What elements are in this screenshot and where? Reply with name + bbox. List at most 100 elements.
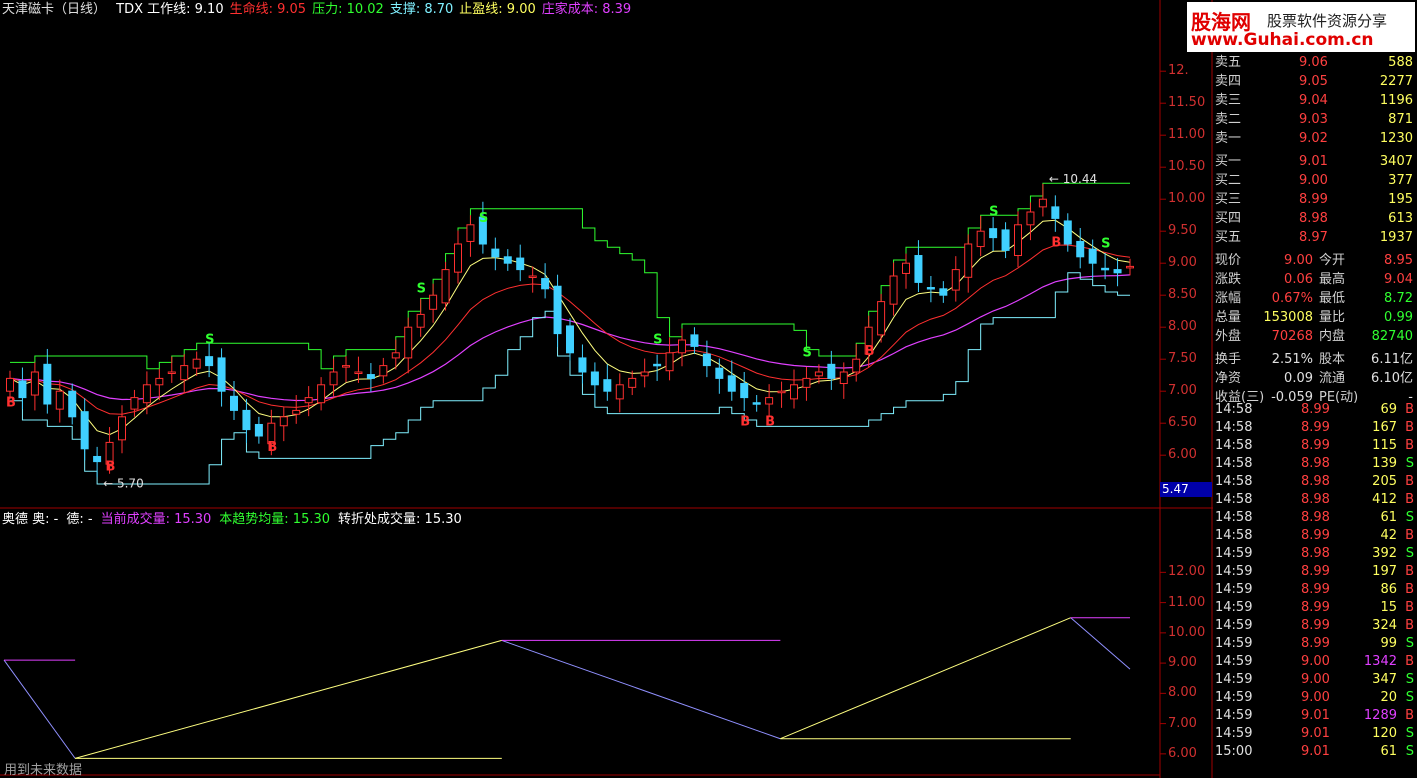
stat-value: 9.04 xyxy=(1384,272,1413,287)
main-indicator-value: 压力: 10.02 xyxy=(312,2,384,17)
stat-label: 外盘 xyxy=(1215,329,1242,344)
tick-side: S xyxy=(1405,690,1414,705)
stat-label: 今开 xyxy=(1319,253,1346,268)
tick-row: 14:59 9.01 1289 B xyxy=(1213,707,1417,725)
tick-time: 14:59 xyxy=(1215,726,1253,741)
tick-price: 9.01 xyxy=(1301,708,1330,723)
stats-row: 现价 9.00 今开 8.95 xyxy=(1213,252,1417,270)
candle-body xyxy=(230,395,238,411)
ask-price: 9.02 xyxy=(1299,131,1328,146)
sell-marker: S xyxy=(802,345,811,360)
buy-marker: B xyxy=(1051,235,1061,250)
tick-time: 14:58 xyxy=(1215,492,1253,507)
price-tick-label: 9.00 xyxy=(1168,255,1197,271)
tick-price: 8.99 xyxy=(1301,438,1330,453)
sub-indicator-value: 本趋势均量: 15.30 xyxy=(219,512,331,527)
tick-side: B xyxy=(1405,474,1414,489)
candle-body xyxy=(964,243,973,278)
main-indicator-value: 生命线: 9.05 xyxy=(229,2,307,17)
tick-volume: 139 xyxy=(1372,456,1397,471)
ask-volume: 871 xyxy=(1388,112,1413,127)
tick-volume: 120 xyxy=(1372,726,1397,741)
tick-volume: 42 xyxy=(1380,528,1397,543)
price-tick-label: 9.50 xyxy=(1168,223,1197,239)
candle-body xyxy=(1076,240,1085,258)
tick-time: 14:58 xyxy=(1215,438,1253,453)
sell-marker: S xyxy=(417,281,426,296)
tick-side: S xyxy=(1405,636,1414,651)
bid-label: 买五 xyxy=(1215,230,1242,245)
bid-volume: 195 xyxy=(1388,192,1413,207)
tick-price: 8.98 xyxy=(1301,474,1330,489)
candle-body xyxy=(329,371,338,386)
sub-indicator-value: 奥德 奥: - xyxy=(2,512,59,527)
tick-row: 14:58 8.98 61 S xyxy=(1213,509,1417,527)
candle-body xyxy=(416,313,425,328)
tick-row: 14:58 8.99 69 B xyxy=(1213,401,1417,419)
ask-row: 卖二 9.03 871 xyxy=(1213,111,1417,129)
tick-time: 14:59 xyxy=(1215,636,1253,651)
tick-time: 14:58 xyxy=(1215,420,1253,435)
sub-tick-label: 11.00 xyxy=(1168,594,1206,610)
candle-body xyxy=(715,367,724,379)
tick-side: B xyxy=(1405,708,1414,723)
candle-body xyxy=(1126,265,1134,269)
tick-price: 8.99 xyxy=(1301,636,1330,651)
bid-price: 9.00 xyxy=(1299,173,1328,188)
ask-price: 9.04 xyxy=(1299,93,1328,108)
sell-marker: S xyxy=(989,205,998,220)
tick-side: S xyxy=(1405,672,1414,687)
ask-label: 卖三 xyxy=(1215,93,1242,108)
buy-marker: B xyxy=(106,459,116,474)
candle-body xyxy=(379,365,388,377)
stat-value: 8.95 xyxy=(1384,253,1413,268)
sub-tick-label: 12.00 xyxy=(1168,564,1206,580)
main-indicator-value: 支撑: 8.70 xyxy=(389,2,454,17)
bid-row: 买五 8.97 1937 xyxy=(1213,229,1417,247)
stat-label: 总量 xyxy=(1215,310,1242,325)
ask-label: 卖五 xyxy=(1215,55,1242,70)
buy-marker: B xyxy=(6,395,16,410)
price-tick-label: 11.00 xyxy=(1168,127,1206,143)
tick-volume: 69 xyxy=(1380,402,1397,417)
kline-chart[interactable]: BBBBBBBSSSSSSSS← 10.44← 5.70 xyxy=(0,0,1417,778)
tick-row: 14:59 8.99 99 S xyxy=(1213,635,1417,653)
stats-row: 总量 153008 量比 0.99 xyxy=(1213,309,1417,327)
candle-body xyxy=(1101,267,1110,271)
bid-volume: 613 xyxy=(1388,211,1413,226)
candle-body xyxy=(553,285,562,335)
tick-volume: 15 xyxy=(1380,600,1397,615)
tick-price: 9.01 xyxy=(1301,726,1330,741)
buy-marker: B xyxy=(765,415,775,430)
candle-body xyxy=(951,269,960,291)
logo-sub-text: 股票软件资源分享 xyxy=(1267,12,1388,30)
trend-segment xyxy=(501,639,781,740)
candle-body xyxy=(391,352,400,359)
tick-side: S xyxy=(1405,546,1414,561)
buy-marker: B xyxy=(267,440,277,455)
candle-body xyxy=(926,287,935,290)
tick-volume: 115 xyxy=(1372,438,1397,453)
candle-body xyxy=(814,371,823,377)
candle-body xyxy=(516,257,525,271)
ask-volume: 2277 xyxy=(1379,74,1413,89)
tick-row: 14:59 8.98 392 S xyxy=(1213,545,1417,563)
candle-body xyxy=(914,255,923,283)
bid-volume: 377 xyxy=(1388,173,1413,188)
ask-price: 9.03 xyxy=(1299,112,1328,127)
candle-body xyxy=(989,228,998,239)
ask-label: 卖二 xyxy=(1215,112,1242,127)
candle-body xyxy=(167,371,176,374)
tick-price: 8.98 xyxy=(1301,546,1330,561)
bid-row: 买四 8.98 613 xyxy=(1213,210,1417,228)
bid-label: 买四 xyxy=(1215,211,1242,226)
bid-price: 8.99 xyxy=(1299,192,1328,207)
price-tick-label: 6.50 xyxy=(1168,415,1197,431)
candle-body xyxy=(640,371,649,377)
tick-side: S xyxy=(1405,744,1414,759)
tick-price: 8.99 xyxy=(1301,564,1330,579)
tick-time: 14:58 xyxy=(1215,528,1253,543)
candle-body xyxy=(342,365,350,368)
candle-body xyxy=(217,357,226,392)
tick-volume: 20 xyxy=(1380,690,1397,705)
